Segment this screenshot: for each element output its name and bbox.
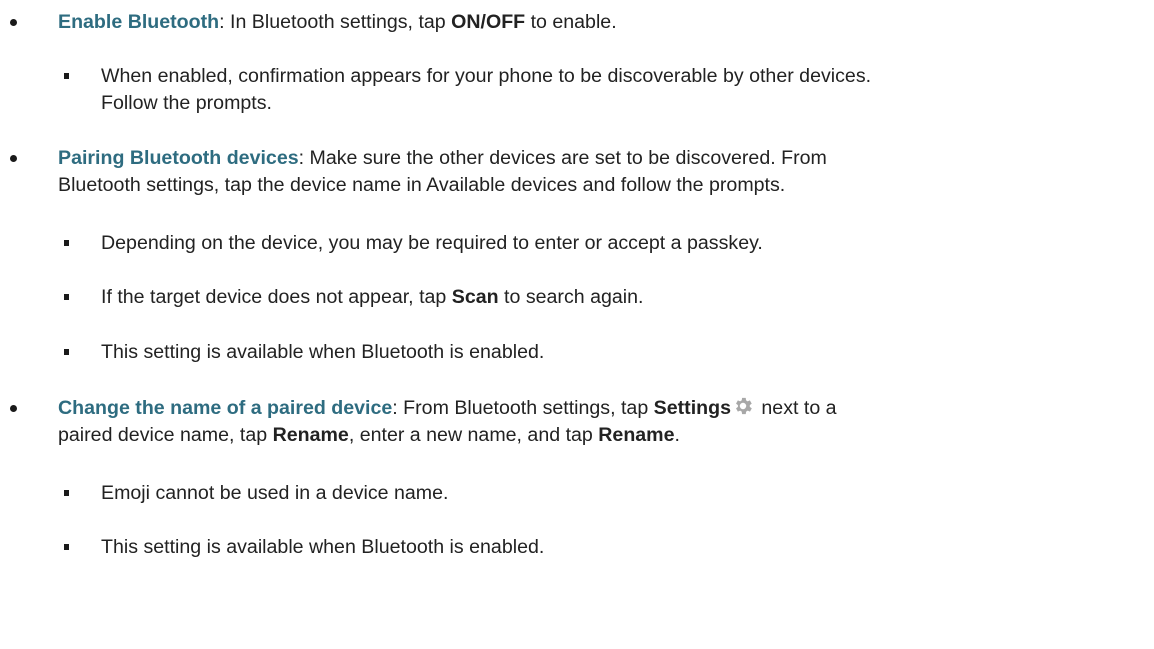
rename-label: Rename <box>598 424 675 446</box>
scan-label: Scan <box>451 286 499 308</box>
list-item-enable-bluetooth: Enable Bluetooth: In Bluetooth settings,… <box>58 11 617 33</box>
bullet-point <box>10 19 17 26</box>
item-text: paired device name, tap Rename, enter a … <box>58 424 680 446</box>
item-text: Bluetooth settings, tap the device name … <box>58 174 786 196</box>
bullet-point <box>10 405 17 412</box>
sub-bullet <box>64 544 69 550</box>
bullet-point <box>10 155 17 162</box>
sub-bullet <box>64 349 69 355</box>
sub-bullet <box>64 240 69 246</box>
sub-item-text: Follow the prompts. <box>101 92 272 114</box>
sub-item-text: Depending on the device, you may be requ… <box>101 232 763 254</box>
sub-bullet <box>64 73 69 79</box>
sub-item-text: This setting is available when Bluetooth… <box>101 536 545 558</box>
sub-item-text: When enabled, confirmation appears for y… <box>101 65 872 87</box>
sub-item-text: Emoji cannot be used in a device name. <box>101 482 449 504</box>
sub-item-text: This setting is available when Bluetooth… <box>101 341 545 363</box>
rename-label: Rename <box>272 424 349 446</box>
item-title: Pairing Bluetooth devices <box>58 147 299 169</box>
list-item-pairing-bluetooth-devices: Pairing Bluetooth devices: Make sure the… <box>58 147 827 169</box>
settings-label: Settings <box>653 397 731 419</box>
sub-item-text: If the target device does not appear, ta… <box>101 286 644 308</box>
item-title: Enable Bluetooth <box>58 11 220 33</box>
sub-bullet <box>64 294 69 300</box>
sub-bullet <box>64 490 69 496</box>
item-title: Change the name of a paired device <box>58 397 393 419</box>
gear-icon <box>732 395 754 424</box>
list-item-change-device-name: Change the name of a paired device: From… <box>58 395 837 424</box>
on-off-label: ON/OFF <box>451 11 526 33</box>
